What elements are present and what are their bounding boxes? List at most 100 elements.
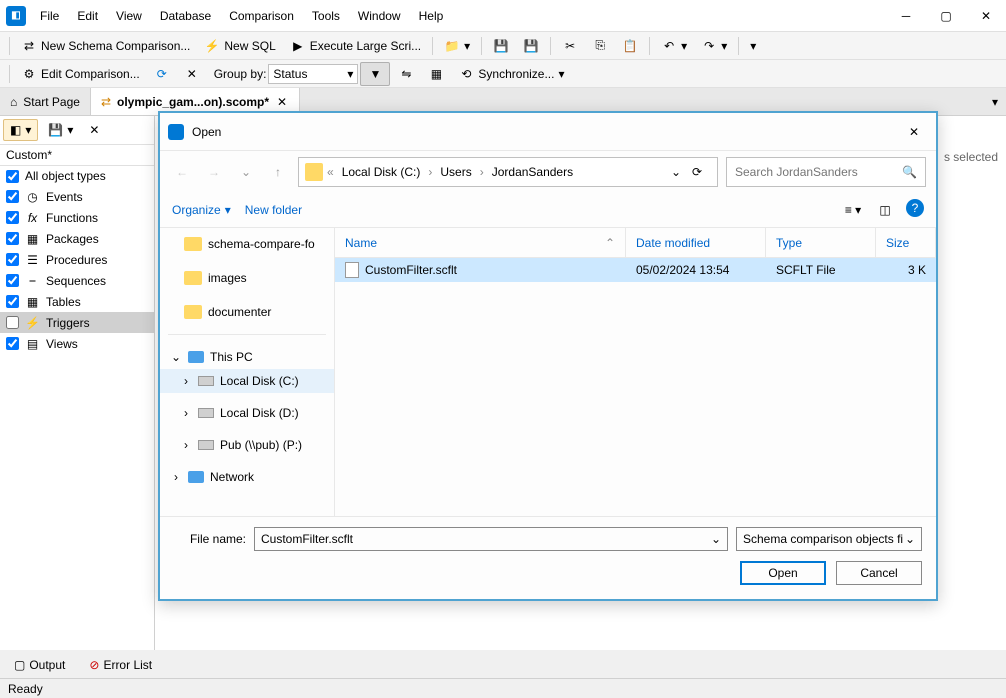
- refresh-button[interactable]: ⟳: [148, 63, 176, 85]
- new-schema-comparison-button[interactable]: ⇄ New Schema Comparison...: [15, 35, 196, 57]
- grid-button[interactable]: ▦: [422, 63, 450, 85]
- undo-button[interactable]: ↶▾: [655, 35, 693, 57]
- obj-tables[interactable]: ▦Tables: [0, 291, 154, 312]
- obj-all[interactable]: All object types: [0, 166, 154, 186]
- obj-events[interactable]: ◷Events: [0, 186, 154, 207]
- menu-window[interactable]: Window: [350, 5, 409, 27]
- menu-view[interactable]: View: [108, 5, 150, 27]
- menu-comparison[interactable]: Comparison: [221, 5, 302, 27]
- nav-forward-button[interactable]: →: [202, 160, 226, 184]
- tab-overflow[interactable]: ▾: [984, 95, 1006, 109]
- dialog-close-button[interactable]: ✕: [900, 118, 928, 146]
- col-type[interactable]: Type: [766, 228, 876, 257]
- obj-tables-check[interactable]: [6, 295, 19, 308]
- nav-back-button[interactable]: ←: [170, 160, 194, 184]
- dropdown-icon[interactable]: ⌄: [905, 532, 915, 546]
- execute-large-script-button[interactable]: ▶ Execute Large Scri...: [284, 35, 427, 57]
- tree-disk-d[interactable]: ›Local Disk (D:): [160, 401, 334, 425]
- tree-disk-p[interactable]: ›Pub (\\pub) (P:): [160, 433, 334, 457]
- obj-procedures[interactable]: ☰Procedures: [0, 249, 154, 270]
- obj-triggers-check[interactable]: [6, 316, 19, 329]
- obj-views[interactable]: ▤Views: [0, 333, 154, 354]
- col-name[interactable]: Name⌃: [335, 228, 626, 257]
- col-date[interactable]: Date modified: [626, 228, 766, 257]
- preview-pane-button[interactable]: ◫: [874, 199, 896, 221]
- obj-procedures-check[interactable]: [6, 253, 19, 266]
- col-size[interactable]: Size: [876, 228, 936, 257]
- synchronize-button[interactable]: ⟲ Synchronize...▾: [452, 63, 570, 85]
- search-input[interactable]: [735, 165, 902, 179]
- tab-start-page[interactable]: ⌂ Start Page: [0, 88, 91, 115]
- edit-comparison-button[interactable]: ⚙ Edit Comparison...: [15, 63, 146, 85]
- tree-this-pc[interactable]: ⌄This PC: [160, 345, 334, 369]
- error-list-tab[interactable]: ⊘Error List: [83, 656, 158, 674]
- tree-folder-1[interactable]: schema-compare-fo: [160, 232, 334, 256]
- bc-refresh-button[interactable]: ⟳: [683, 165, 711, 179]
- search-icon[interactable]: 🔍: [902, 165, 917, 179]
- breadcrumb[interactable]: « Local Disk (C:) › Users › JordanSander…: [298, 157, 718, 187]
- group-by-select[interactable]: Status ▾: [268, 64, 358, 84]
- nav-up-button[interactable]: ↑: [266, 160, 290, 184]
- bc-user[interactable]: JordanSanders: [488, 163, 577, 181]
- save-button[interactable]: 💾: [487, 35, 515, 57]
- close-button[interactable]: ✕: [966, 0, 1006, 32]
- open-button[interactable]: Open: [740, 561, 826, 585]
- chevron-right-icon[interactable]: ›: [180, 406, 192, 420]
- nav-recent-button[interactable]: ⌄: [234, 160, 258, 184]
- chevron-right-icon[interactable]: ›: [180, 374, 192, 388]
- file-row[interactable]: CustomFilter.scflt 05/02/2024 13:54 SCFL…: [335, 258, 936, 282]
- filter-button[interactable]: ▼: [360, 62, 390, 86]
- obj-sequences-check[interactable]: [6, 274, 19, 287]
- new-sql-button[interactable]: ⚡ New SQL: [198, 35, 281, 57]
- bc-local-disk[interactable]: Local Disk (C:): [338, 163, 425, 181]
- chevron-right-icon[interactable]: ›: [180, 438, 192, 452]
- tree-folder-3[interactable]: documenter: [160, 300, 334, 324]
- obj-all-check[interactable]: [6, 170, 19, 183]
- sidebar-clear-button[interactable]: ✕: [83, 120, 105, 140]
- sidebar-browse-button[interactable]: ◧▾: [3, 119, 38, 141]
- dropdown-icon[interactable]: ⌄: [711, 532, 721, 546]
- menu-edit[interactable]: Edit: [69, 5, 106, 27]
- cancel-button[interactable]: Cancel: [836, 561, 922, 585]
- search-box[interactable]: 🔍: [726, 157, 926, 187]
- cut-button[interactable]: ✂: [556, 35, 584, 57]
- stop-button[interactable]: ✕: [178, 63, 206, 85]
- chevron-down-icon[interactable]: ⌄: [170, 350, 182, 364]
- swap-button[interactable]: ⇋: [392, 63, 420, 85]
- maximize-button[interactable]: ▢: [926, 0, 966, 32]
- obj-packages[interactable]: ▦Packages: [0, 228, 154, 249]
- file-name-input[interactable]: CustomFilter.scflt⌄: [254, 527, 728, 551]
- tab-close-icon[interactable]: ✕: [275, 95, 289, 109]
- menu-help[interactable]: Help: [411, 5, 452, 27]
- menu-database[interactable]: Database: [152, 5, 219, 27]
- new-folder-button[interactable]: New folder: [245, 203, 302, 217]
- view-mode-button[interactable]: ≡ ▾: [842, 199, 864, 221]
- chevron-right-icon[interactable]: ›: [170, 470, 182, 484]
- paste-button[interactable]: 📋: [616, 35, 644, 57]
- obj-sequences[interactable]: ⎯Sequences: [0, 270, 154, 291]
- file-filter-select[interactable]: Schema comparison objects filt⌄: [736, 527, 922, 551]
- obj-triggers[interactable]: ⚡Triggers: [0, 312, 154, 333]
- help-button[interactable]: ?: [906, 199, 924, 217]
- obj-functions[interactable]: fxFunctions: [0, 207, 154, 228]
- options-dropdown[interactable]: ▾: [744, 36, 762, 56]
- copy-button[interactable]: ⎘: [586, 35, 614, 57]
- tree-folder-2[interactable]: images: [160, 266, 334, 290]
- redo-button[interactable]: ↷▾: [695, 35, 733, 57]
- obj-packages-check[interactable]: [6, 232, 19, 245]
- minimize-button[interactable]: ─: [886, 0, 926, 32]
- output-tab[interactable]: ▢Output: [8, 656, 71, 674]
- open-dropdown[interactable]: 📁▾: [438, 35, 476, 57]
- bc-dropdown[interactable]: ⌄: [671, 165, 681, 179]
- bc-users[interactable]: Users: [436, 163, 475, 181]
- obj-functions-check[interactable]: [6, 211, 19, 224]
- tree-network[interactable]: ›Network: [160, 465, 334, 489]
- save-all-button[interactable]: 💾: [517, 35, 545, 57]
- menu-file[interactable]: File: [32, 5, 67, 27]
- tree-disk-c[interactable]: ›Local Disk (C:): [160, 369, 334, 393]
- menu-tools[interactable]: Tools: [304, 5, 348, 27]
- sidebar-save-button[interactable]: 💾▾: [42, 120, 79, 140]
- organize-button[interactable]: Organize ▾: [172, 203, 231, 217]
- obj-events-check[interactable]: [6, 190, 19, 203]
- obj-views-check[interactable]: [6, 337, 19, 350]
